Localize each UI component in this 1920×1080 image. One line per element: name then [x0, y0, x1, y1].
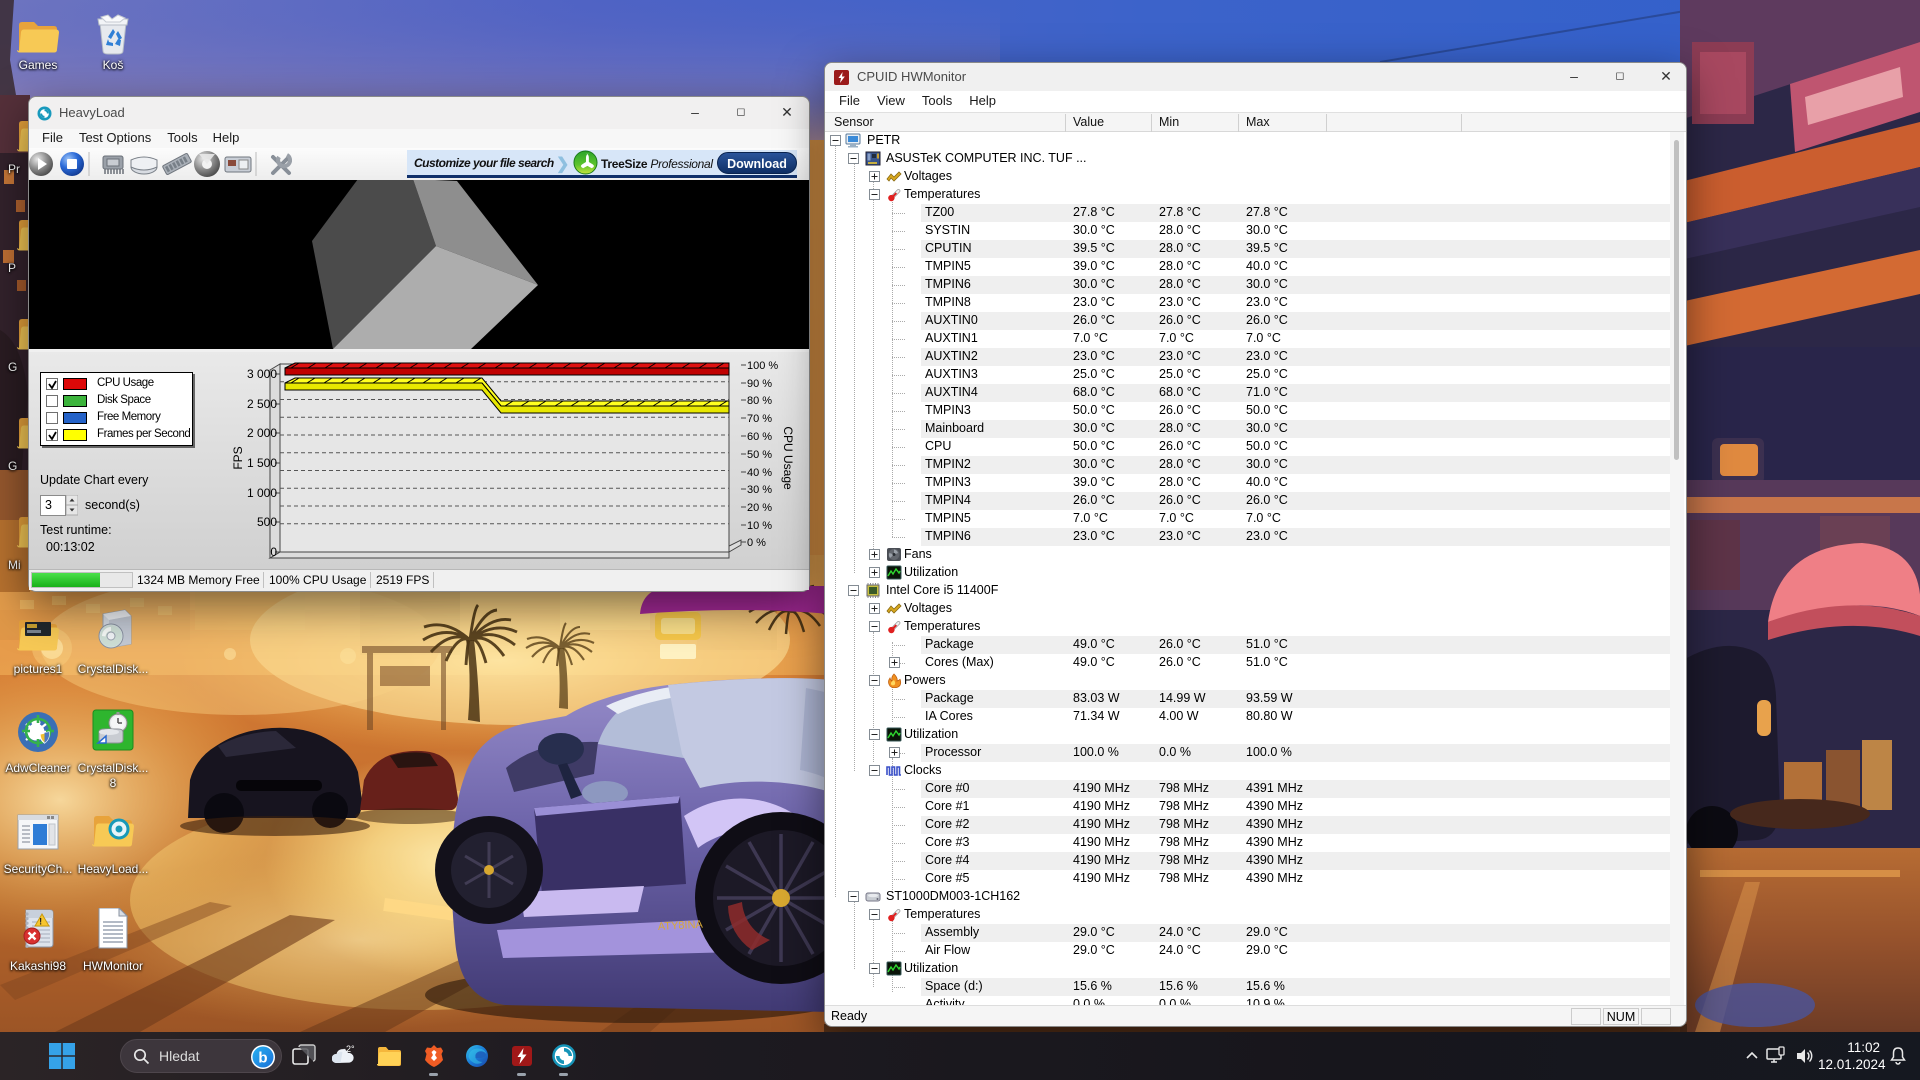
svg-text:30 %: 30 % — [747, 484, 772, 496]
svg-text:!: ! — [39, 917, 42, 927]
svg-text:2 500: 2 500 — [247, 397, 277, 411]
svg-text:0 %: 0 % — [747, 537, 766, 549]
svg-text:50 %: 50 % — [747, 449, 772, 461]
svg-text:10 %: 10 % — [747, 520, 772, 532]
svg-text:20 %: 20 % — [747, 502, 772, 514]
svg-text:1 000: 1 000 — [247, 486, 277, 500]
svg-text:2 000: 2 000 — [247, 426, 277, 440]
svg-text:0: 0 — [270, 545, 277, 559]
svg-text:70 %: 70 % — [747, 413, 772, 425]
svg-text:3 000: 3 000 — [247, 367, 277, 381]
svg-text:40 %: 40 % — [747, 467, 772, 479]
svg-text:60 %: 60 % — [747, 431, 772, 443]
svg-text:100 %: 100 % — [747, 360, 778, 372]
svg-text:90 %: 90 % — [747, 378, 772, 390]
svg-text:CPU Usage: CPU Usage — [781, 426, 795, 490]
svg-text:1 500: 1 500 — [247, 456, 277, 470]
svg-text:500: 500 — [257, 515, 277, 529]
svg-text:80 %: 80 % — [747, 395, 772, 407]
svg-text:FPS: FPS — [231, 446, 245, 469]
svg-text:b: b — [258, 1050, 267, 1067]
svg-text:ATY8INA: ATY8INA — [658, 919, 704, 933]
